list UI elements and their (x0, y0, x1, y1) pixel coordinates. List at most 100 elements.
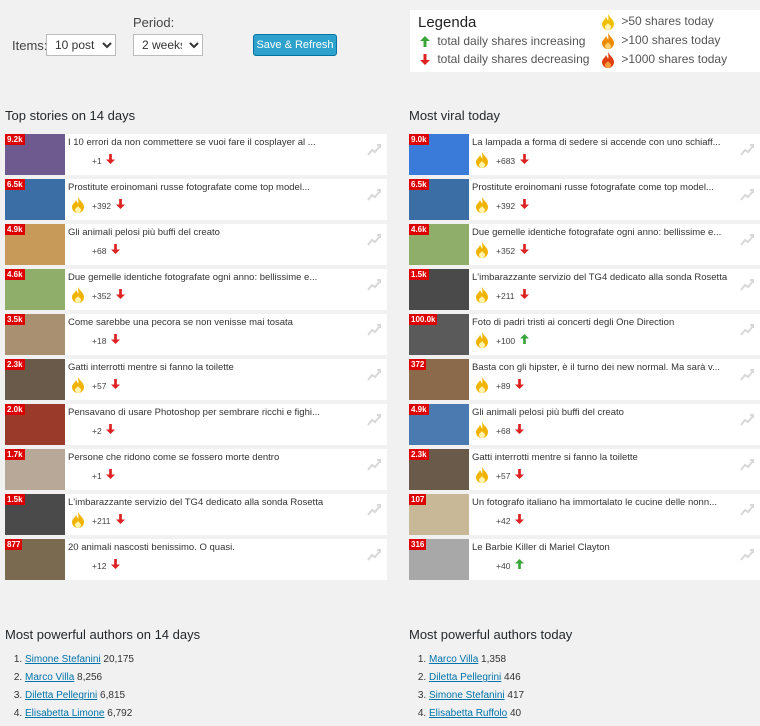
story-title-link[interactable]: 20 animali nascosti benissimo. O quasi. (68, 542, 338, 553)
daily-shares-count: +211 (496, 291, 515, 301)
list-item[interactable]: 4.6k Due gemelle identiche fotografate og… (409, 224, 760, 265)
author-link[interactable]: Diletta Pellegrini (25, 690, 97, 701)
story-title-link[interactable]: Foto di padri tristi ai concerti degli O… (472, 317, 742, 328)
story-title-link[interactable]: Pensavano di usare Photoshop per sembrar… (68, 407, 338, 418)
trend-chart-icon[interactable] (740, 459, 754, 471)
list-item[interactable]: 1.5k L'imbarazzante servizio del TG4 dedi… (5, 494, 387, 535)
thumbnail-image[interactable]: 3.5k (5, 314, 65, 355)
thumbnail-image[interactable]: 6.5k (5, 179, 65, 220)
author-link[interactable]: Elisabetta Ruffolo (429, 708, 507, 719)
story-title-link[interactable]: Prostitute eroinomani russe fotografate … (472, 182, 742, 193)
legend-decreasing: total daily shares decreasing (420, 52, 589, 66)
flame-yellow-icon (476, 422, 488, 438)
list-item[interactable]: 3.5k Come sarebbe una pecora se non venis… (5, 314, 387, 355)
arrow-down-icon (116, 199, 125, 209)
story-title-link[interactable]: Due gemelle identiche fotografate ogni a… (68, 272, 338, 283)
thumbnail-image[interactable]: 1.7k (5, 449, 65, 490)
list-item[interactable]: 1.5k L'imbarazzante servizio del TG4 dedi… (409, 269, 760, 310)
trend-chart-icon[interactable] (740, 549, 754, 561)
daily-shares-count: +40 (496, 561, 511, 571)
list-item[interactable]: 100.0k Foto di padri tristi ai concerti d… (409, 314, 760, 355)
trend-chart-icon[interactable] (740, 234, 754, 246)
daily-shares-count: +392 (496, 201, 516, 211)
story-title-link[interactable]: Persone che ridono come se fossero morte… (68, 452, 338, 463)
story-title-link[interactable]: Gatti interrotti mentre si fanno la toil… (472, 452, 742, 463)
thumbnail-image[interactable]: 2.3k (409, 449, 469, 490)
thumbnail-image[interactable]: 9.2k (5, 134, 65, 175)
author-link[interactable]: Marco Villa (429, 654, 478, 665)
list-item[interactable]: 4.9k Gli animali pelosi più buffi del cre… (5, 224, 387, 265)
list-item[interactable]: 6.5k Prostitute eroinomani russe fotograf… (409, 179, 760, 220)
list-item[interactable]: 6.5k Prostitute eroinomani russe fotograf… (5, 179, 387, 220)
story-title-link[interactable]: Due gemelle identiche fotografate ogni a… (472, 227, 742, 238)
story-title-link[interactable]: Basta con gli hipster, è il turno dei ne… (472, 362, 742, 373)
story-title-link[interactable]: Gli animali pelosi più buffi del creato (68, 227, 338, 238)
trend-chart-icon[interactable] (367, 414, 381, 426)
save-refresh-button[interactable]: Save & Refresh (253, 34, 337, 56)
trend-chart-icon[interactable] (740, 414, 754, 426)
trend-chart-icon[interactable] (740, 369, 754, 381)
thumbnail-image[interactable]: 4.9k (409, 404, 469, 445)
list-item[interactable]: 107 Un fotografo italiano ha immortalato … (409, 494, 760, 535)
thumbnail-image[interactable]: 316 (409, 539, 469, 580)
list-item[interactable]: 1.7k Persone che ridono come se fossero m… (5, 449, 387, 490)
story-title-link[interactable]: La lampada a forma di sedere si accende … (472, 137, 742, 148)
story-title-link[interactable]: Un fotografo italiano ha immortalato le … (472, 497, 742, 508)
author-link[interactable]: Simone Stefanini (25, 654, 101, 665)
list-item[interactable]: 2.3k Gatti interrotti mentre si fanno la … (409, 449, 760, 490)
list-item[interactable]: 4.6k Due gemelle identiche fotografate og… (5, 269, 387, 310)
list-item[interactable]: 9.2k I 10 errori da non commettere se vuo… (5, 134, 387, 175)
story-title-link[interactable]: Le Barbie Killer di Mariel Clayton (472, 542, 742, 553)
shares-badge: 9.2k (5, 134, 25, 145)
author-link[interactable]: Marco Villa (25, 672, 74, 683)
story-title-link[interactable]: L'imbarazzante servizio del TG4 dedicato… (68, 497, 338, 508)
thumbnail-image[interactable]: 1.5k (409, 269, 469, 310)
trend-chart-icon[interactable] (740, 189, 754, 201)
items-select[interactable]: 10 posts (46, 34, 116, 56)
trend-chart-icon[interactable] (740, 504, 754, 516)
list-item[interactable]: 372 Basta con gli hipster, è il turno dei… (409, 359, 760, 400)
trend-chart-icon[interactable] (367, 279, 381, 291)
list-item[interactable]: 9.0k La lampada a forma di sedere si acce… (409, 134, 760, 175)
thumbnail-image[interactable]: 107 (409, 494, 469, 535)
trend-chart-icon[interactable] (367, 189, 381, 201)
daily-shares-count: +68 (92, 246, 107, 256)
list-item[interactable]: 877 20 animali nascosti benissimo. O quas… (5, 539, 387, 580)
thumbnail-image[interactable]: 2.3k (5, 359, 65, 400)
thumbnail-image[interactable]: 6.5k (409, 179, 469, 220)
story-title-link[interactable]: Prostitute eroinomani russe fotografate … (68, 182, 338, 193)
list-item[interactable]: 2.0k Pensavano di usare Photoshop per sem… (5, 404, 387, 445)
story-title-link[interactable]: I 10 errori da non commettere se vuoi fa… (68, 137, 338, 148)
thumbnail-image[interactable]: 100.0k (409, 314, 469, 355)
author-link[interactable]: Simone Stefanini (429, 690, 505, 701)
story-title-link[interactable]: Come sarebbe una pecora se non venisse m… (68, 317, 338, 328)
thumbnail-image[interactable]: 1.5k (5, 494, 65, 535)
trend-chart-icon[interactable] (367, 504, 381, 516)
thumbnail-image[interactable]: 4.6k (409, 224, 469, 265)
thumbnail-image[interactable]: 2.0k (5, 404, 65, 445)
thumbnail-image[interactable]: 4.6k (5, 269, 65, 310)
thumbnail-image[interactable]: 372 (409, 359, 469, 400)
list-item[interactable]: 2.3k Gatti interrotti mentre si fanno la … (5, 359, 387, 400)
story-title-link[interactable]: L'imbarazzante servizio del TG4 dedicato… (472, 272, 742, 283)
trend-chart-icon[interactable] (740, 144, 754, 156)
author-link[interactable]: Elisabetta Limone (25, 708, 105, 719)
trend-chart-icon[interactable] (367, 369, 381, 381)
period-select[interactable]: 2 weeks (133, 34, 203, 56)
thumbnail-image[interactable]: 877 (5, 539, 65, 580)
list-item[interactable]: 4.9k Gli animali pelosi più buffi del cre… (409, 404, 760, 445)
story-title-link[interactable]: Gatti interrotti mentre si fanno la toil… (68, 362, 338, 373)
daily-shares-count: +57 (92, 381, 107, 391)
trend-chart-icon[interactable] (367, 549, 381, 561)
trend-chart-icon[interactable] (740, 279, 754, 291)
trend-chart-icon[interactable] (367, 144, 381, 156)
trend-chart-icon[interactable] (740, 324, 754, 336)
author-link[interactable]: Diletta Pellegrini (429, 672, 501, 683)
thumbnail-image[interactable]: 9.0k (409, 134, 469, 175)
story-title-link[interactable]: Gli animali pelosi più buffi del creato (472, 407, 742, 418)
list-item[interactable]: 316 Le Barbie Killer di Mariel Clayton +40 (409, 539, 760, 580)
trend-chart-icon[interactable] (367, 459, 381, 471)
thumbnail-image[interactable]: 4.9k (5, 224, 65, 265)
trend-chart-icon[interactable] (367, 324, 381, 336)
trend-chart-icon[interactable] (367, 234, 381, 246)
